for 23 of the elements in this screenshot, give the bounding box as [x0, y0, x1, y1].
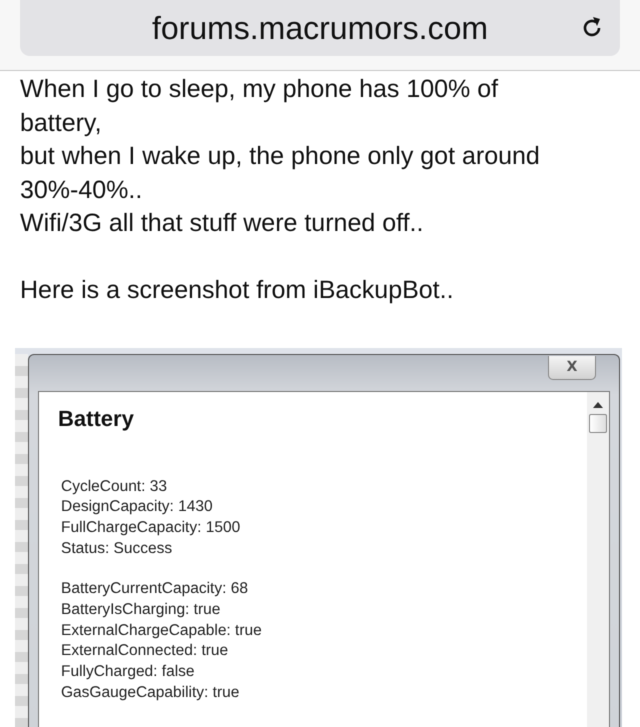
property-text: FullyCharged: false — [61, 662, 196, 682]
post-text: but when I wake up, the phone only got around — [20, 141, 541, 172]
property-text: DesignCapacity: 1430 — [61, 497, 214, 518]
scrollbar[interactable] — [587, 392, 609, 727]
post-text: battery, — [20, 108, 103, 138]
close-button[interactable]: X — [548, 356, 596, 380]
property-text: FullChargeCapacity: 1500 — [61, 518, 242, 538]
property-text: CycleCount: 33 — [61, 476, 168, 496]
scroll-up-icon[interactable] — [593, 402, 603, 408]
property-text: GasGaugeCapability: true — [61, 682, 240, 703]
scroll-thumb[interactable] — [589, 414, 607, 432]
property-text: Status: Success — [61, 538, 174, 559]
post-text: When I go to sleep, my phone has 100% of — [20, 74, 500, 105]
url-text: forums.macrumors.com — [152, 10, 488, 46]
property-text: BatteryIsCharging: true — [61, 600, 222, 620]
post-text: Wifi/3G all that stuff were turned off.. — [20, 208, 424, 239]
address-bar[interactable]: forums.macrumors.com — [20, 0, 620, 56]
post-text: 30%-40%.. — [20, 174, 144, 206]
dialog-heading: Battery — [58, 406, 135, 432]
property-text: ExternalConnected: true — [61, 641, 230, 662]
property-text: ExternalChargeCapable: true — [61, 620, 263, 641]
post-text: Here is a screenshot from iBackupBot.. — [20, 275, 455, 306]
property-text: BatteryCurrentCapacity: 68 — [61, 579, 249, 600]
